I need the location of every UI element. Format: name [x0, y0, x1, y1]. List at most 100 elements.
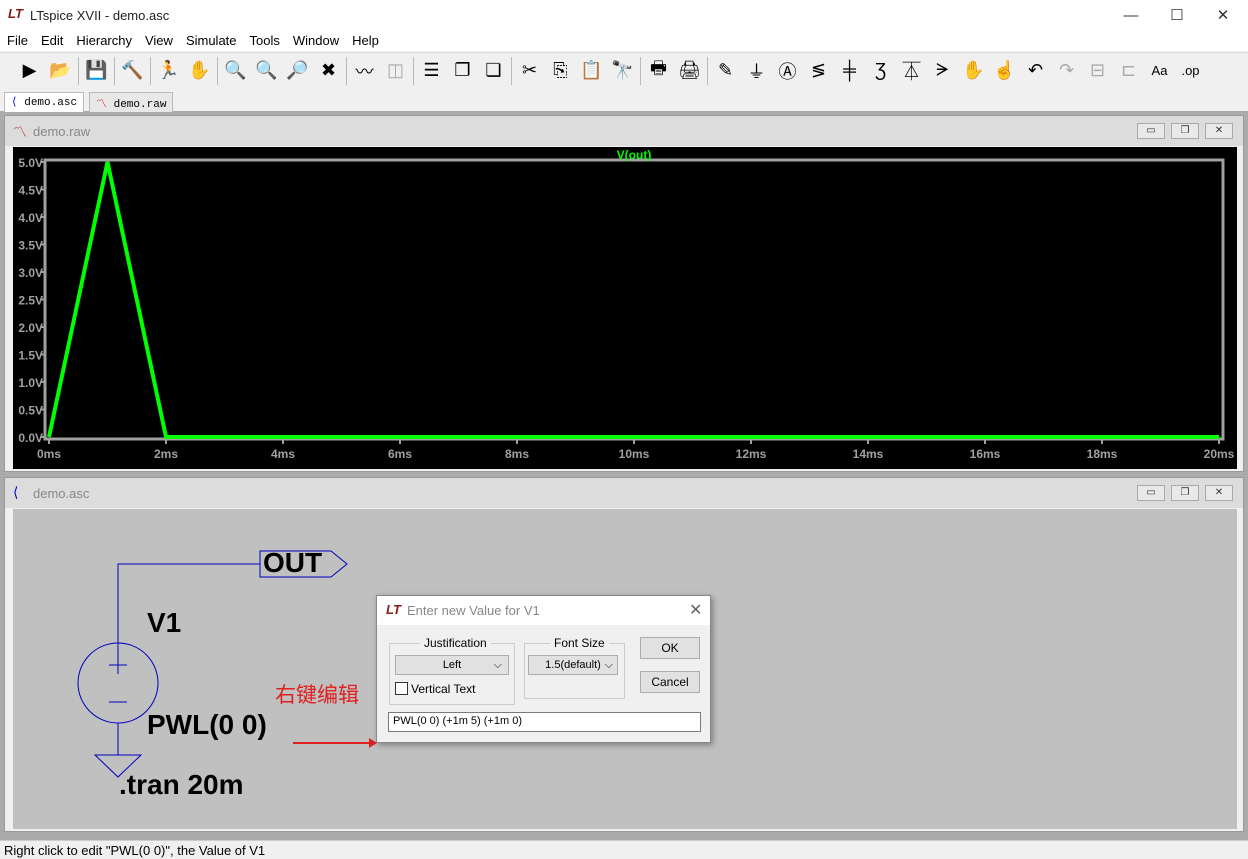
zoom-out-icon[interactable]: 🔎: [282, 56, 313, 86]
find-icon[interactable]: 🔭: [607, 56, 638, 86]
toolbar-separator: [640, 56, 641, 85]
tab-demo-raw[interactable]: 〽 demo.raw: [89, 92, 174, 112]
tab-label: demo.asc: [24, 97, 78, 109]
fft-icon[interactable]: ◫: [380, 56, 411, 86]
spice-directive-tran[interactable]: .tran 20m: [119, 769, 244, 801]
move-hand-icon[interactable]: ✋: [958, 56, 989, 86]
x-tick-label: 10ms: [619, 447, 650, 461]
cancel-button[interactable]: Cancel: [640, 671, 700, 693]
control-panel-hammer-icon[interactable]: 🔨: [117, 56, 148, 86]
minimize-button[interactable]: ▭: [1137, 123, 1165, 139]
title-bar: LT LTspice XVII - demo.asc — ☐ ✕: [0, 0, 1248, 31]
window-title: LTspice XVII - demo.asc: [30, 8, 170, 23]
maximize-button[interactable]: ☐: [1154, 0, 1200, 31]
text-icon[interactable]: Aa: [1144, 56, 1175, 86]
x-tick-label: 6ms: [388, 447, 412, 461]
net-label-out[interactable]: OUT: [263, 547, 322, 579]
tab-demo-asc[interactable]: ⟨ demo.asc: [4, 92, 85, 112]
ground-icon[interactable]: ⏚: [741, 56, 772, 86]
menu-file[interactable]: File: [0, 31, 34, 51]
font-size-select[interactable]: 1.5(default) ⌵: [528, 655, 618, 675]
waveform-icon: 〽: [13, 124, 27, 140]
pan-hand-icon[interactable]: ✋: [184, 56, 215, 86]
x-tick-label: 0ms: [37, 447, 61, 461]
print-icon[interactable]: 🖨: [674, 56, 705, 86]
annotation-text: 右键编辑: [275, 684, 359, 707]
menu-help[interactable]: Help: [345, 31, 385, 51]
dialog-header: LT Enter new Value for V1 ✕: [377, 596, 710, 625]
label-net-icon[interactable]: Ⓐ: [772, 56, 803, 86]
value-input[interactable]: PWL(0 0) (+1m 5) (+1m 0): [388, 712, 701, 732]
menu-view[interactable]: View: [138, 31, 179, 51]
document-tabs: ⟨ demo.asc 〽 demo.raw: [0, 89, 1248, 112]
menu-hierarchy[interactable]: Hierarchy: [69, 31, 138, 51]
spice-directive-icon[interactable]: .op: [1175, 56, 1206, 86]
waveform-window-title: demo.raw: [33, 124, 91, 139]
x-tick-label: 4ms: [271, 447, 295, 461]
cut-icon[interactable]: ✂: [514, 56, 545, 86]
font-size-group: Font Size 1.5(default) ⌵: [524, 636, 625, 699]
chart-svg: 0.0V 0.5V 1.0V 1.5V 2.0V 2.5V 3.0V 3.5V 4.0V 4.5V…: [18, 148, 1234, 461]
zoom-in-icon[interactable]: 🔍: [220, 56, 251, 86]
toolbar-separator: [217, 56, 218, 85]
y-tick-label: 4.0V: [18, 211, 43, 225]
menu-edit[interactable]: Edit: [34, 31, 69, 51]
print-preview-icon[interactable]: 🖶: [643, 56, 674, 86]
autorange-waveform-icon[interactable]: 〰: [349, 56, 380, 86]
draw-wire-icon[interactable]: ✎: [710, 56, 741, 86]
copy-icon[interactable]: ⎘: [545, 56, 576, 86]
inductor-icon[interactable]: Ʒ: [865, 56, 896, 86]
capacitor-icon[interactable]: ╪: [834, 56, 865, 86]
minimize-button[interactable]: ▭: [1137, 485, 1165, 501]
undo-icon[interactable]: ↶: [1020, 56, 1051, 86]
source-name-v1[interactable]: V1: [147, 607, 181, 639]
zoom-full-icon[interactable]: 🔍: [251, 56, 282, 86]
restore-button[interactable]: ❐: [1171, 123, 1199, 139]
minimize-button[interactable]: —: [1108, 0, 1154, 31]
close-button[interactable]: ✕: [1200, 0, 1246, 31]
close-button[interactable]: ✕: [1205, 485, 1233, 501]
y-tick-label: 1.0V: [18, 376, 43, 390]
menu-simulate[interactable]: Simulate: [179, 31, 243, 51]
tile-horizontal-icon[interactable]: ☰: [416, 56, 447, 86]
dialog-close-button[interactable]: ✕: [689, 600, 702, 620]
close-button[interactable]: ✕: [1205, 123, 1233, 139]
justification-select[interactable]: Left ⌵: [395, 655, 509, 675]
y-tick-label: 2.5V: [18, 294, 43, 308]
resistor-icon[interactable]: ≶: [803, 56, 834, 86]
open-icon[interactable]: 📂: [45, 56, 76, 86]
menu-tools[interactable]: Tools: [243, 31, 286, 51]
halt-runner-icon[interactable]: 🏃: [153, 56, 184, 86]
toolbar-separator: [114, 56, 115, 85]
close-all-icon[interactable]: ❏: [478, 56, 509, 86]
toolbar-separator: [150, 56, 151, 85]
save-icon[interactable]: 💾: [81, 56, 112, 86]
zoom-cancel-icon[interactable]: ✖: [313, 56, 344, 86]
waveform-plot[interactable]: 0.0V 0.5V 1.0V 1.5V 2.0V 2.5V 3.0V 3.5V 4.0V 4.5V…: [13, 147, 1237, 469]
run-icon[interactable]: ▶: [14, 56, 45, 86]
legend-series-name: V(out): [617, 148, 652, 162]
y-tick-label: 3.5V: [18, 239, 43, 253]
source-value[interactable]: PWL(0 0): [147, 709, 267, 741]
y-tick-label: 1.5V: [18, 349, 43, 363]
ltspice-logo-icon: LT: [8, 6, 23, 21]
y-tick-label: 5.0V: [18, 156, 43, 170]
diode-icon[interactable]: ⏄: [896, 56, 927, 86]
menu-window[interactable]: Window: [286, 31, 345, 51]
tab-label: demo.raw: [113, 99, 167, 111]
y-tick-label: 3.0V: [18, 266, 43, 280]
paste-icon[interactable]: 📋: [576, 56, 607, 86]
ok-button[interactable]: OK: [640, 637, 700, 659]
cascade-icon[interactable]: ❐: [447, 56, 478, 86]
drag-hand-icon[interactable]: ☝: [989, 56, 1020, 86]
ltspice-logo-icon: LT: [386, 602, 401, 617]
component-icon[interactable]: ᗒ: [927, 56, 958, 86]
schematic-icon: ⟨: [11, 97, 25, 109]
restore-button[interactable]: ❐: [1171, 485, 1199, 501]
waveform-window-header: 〽 demo.raw ▭ ❐ ✕: [5, 116, 1243, 146]
rotate-icon[interactable]: ⊟: [1082, 56, 1113, 86]
mirror-icon[interactable]: ⊏: [1113, 56, 1144, 86]
redo-icon[interactable]: ↷: [1051, 56, 1082, 86]
vertical-text-checkbox[interactable]: [395, 682, 408, 695]
y-tick-label: 4.5V: [18, 184, 43, 198]
